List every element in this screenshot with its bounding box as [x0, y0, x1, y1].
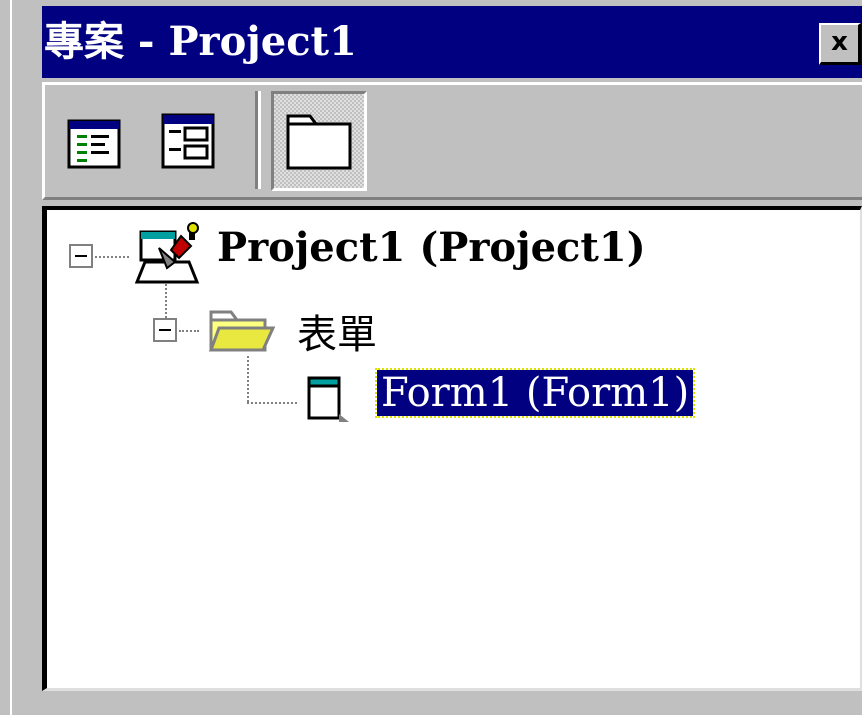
tree-connector [95, 256, 129, 258]
tree-connector [247, 356, 249, 402]
view-code-button[interactable] [61, 97, 127, 183]
project-tree[interactable]: Project1 (Project1) 表單 Form1 (Form1) [42, 206, 862, 691]
tree-connector [179, 330, 199, 332]
window-bottom-edge [42, 691, 862, 715]
toolbar [42, 82, 862, 200]
toggle-folders-button[interactable] [271, 91, 367, 191]
view-object-icon [161, 113, 215, 169]
tree-item-project[interactable]: Project1 (Project1) [217, 224, 646, 271]
folder-open-icon [208, 310, 276, 352]
collapse-project-toggle[interactable] [69, 244, 93, 268]
close-button[interactable]: x [819, 23, 861, 65]
title-bar[interactable]: 專案 - Project1 x [42, 6, 862, 78]
window-title: 專案 - Project1 [44, 18, 357, 65]
tree-connector [165, 284, 167, 318]
tree-connector [247, 402, 297, 404]
window-edge [0, 0, 12, 715]
toolbar-separator [255, 91, 261, 189]
view-code-icon [67, 119, 121, 169]
folder-icon [286, 114, 352, 170]
form-icon [307, 376, 349, 422]
collapse-forms-toggle[interactable] [153, 318, 177, 342]
view-object-button[interactable] [155, 97, 221, 183]
project-icon [134, 222, 200, 284]
tree-item-forms-folder[interactable]: 表單 [297, 302, 377, 360]
project-explorer-window: 專案 - Project1 x Project1 (Project1) 表單 F… [0, 0, 862, 715]
tree-item-form[interactable]: Form1 (Form1) [374, 368, 696, 418]
